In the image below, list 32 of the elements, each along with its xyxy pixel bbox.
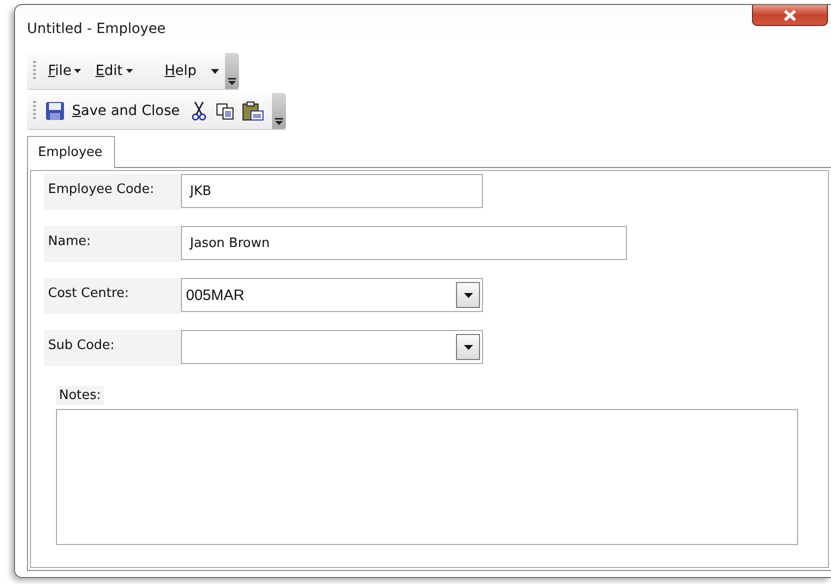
caret-icon	[464, 344, 472, 350]
caret-icon	[464, 292, 472, 298]
overflow-button[interactable]	[224, 53, 238, 89]
window-title: Untitled - Employee	[27, 20, 167, 37]
clipboard-icon	[242, 101, 264, 121]
combo-box[interactable]: 005MAR	[181, 278, 483, 312]
field-label: Name:	[44, 226, 181, 262]
overflow-icon	[274, 118, 283, 125]
dropdown-button[interactable]	[456, 282, 480, 308]
save-and-close-button[interactable]: Save and Close	[44, 100, 182, 122]
close-button[interactable]	[752, 5, 828, 26]
copy-button[interactable]	[214, 100, 236, 122]
menu-item[interactable]: Edit	[91, 63, 137, 79]
copy-icon	[216, 102, 234, 120]
menu-item[interactable]: File	[44, 63, 86, 79]
notes-field[interactable]	[56, 409, 798, 545]
dropdown-button[interactable]	[456, 334, 480, 360]
overflow-icon	[228, 78, 236, 85]
scissors-icon	[192, 101, 206, 121]
text-field[interactable]: JKB	[181, 174, 483, 208]
paste-button[interactable]	[240, 99, 266, 123]
cut-button[interactable]	[190, 99, 208, 123]
field-label: Sub Code:	[44, 330, 181, 366]
close-icon	[783, 10, 797, 20]
tab[interactable]: Employee	[27, 136, 116, 168]
field-label: Cost Centre:	[44, 278, 181, 314]
text-field[interactable]: Jason Brown	[181, 226, 627, 260]
notes-label: Notes:	[56, 386, 104, 405]
field-label: Employee Code:	[44, 174, 181, 210]
dropdown-arrow-icon[interactable]	[210, 68, 218, 74]
menu-item[interactable]: Help	[160, 63, 200, 79]
overflow-button[interactable]	[272, 93, 286, 129]
